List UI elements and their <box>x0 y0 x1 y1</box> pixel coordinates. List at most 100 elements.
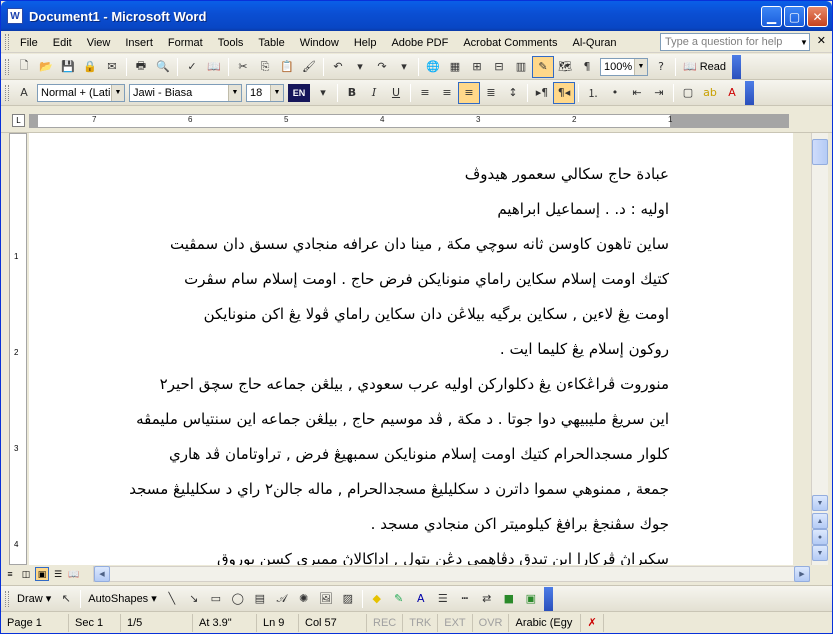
status-language[interactable]: Arabic (Egy <box>509 613 582 632</box>
menu-help[interactable]: Help <box>347 35 385 49</box>
select-objects-icon[interactable]: ↖ <box>55 588 77 610</box>
oval-icon[interactable]: ◯ <box>227 588 249 610</box>
help-icon[interactable]: ? <box>650 56 672 78</box>
text-line[interactable]: كتيك اومت إسلام سکاين راماي منونايكن فرض… <box>29 262 669 297</box>
autoshapes-menu[interactable]: AutoShapes ▾ <box>84 592 161 605</box>
minimize-button[interactable]: ▁ <box>761 6 782 27</box>
cut-icon[interactable]: ✂ <box>232 56 254 78</box>
document-map-icon[interactable]: 🗺 <box>554 56 576 78</box>
italic-icon[interactable]: I <box>363 82 385 104</box>
font-color-icon[interactable]: A <box>721 82 743 104</box>
wordart-icon[interactable]: 𝒜 <box>271 588 293 610</box>
document-close-icon[interactable]: ✕ <box>817 34 826 47</box>
underline-icon[interactable]: U <box>385 82 407 104</box>
font-size-dropdown[interactable]: 18 ▼ <box>246 83 284 102</box>
web-layout-icon[interactable]: ◫ <box>19 567 33 581</box>
line-color-icon[interactable]: ✎ <box>388 588 410 610</box>
undo-dropdown-icon[interactable]: ▾ <box>349 56 371 78</box>
rectangle-icon[interactable]: ▭ <box>205 588 227 610</box>
scroll-left-icon[interactable]: ◀ <box>94 566 110 582</box>
text-line[interactable]: ساين تاهون كاوسن ثانه سوچي مكة , مينا دا… <box>29 227 669 262</box>
justify-icon[interactable]: ≣ <box>480 82 502 104</box>
paste-icon[interactable]: 📋 <box>276 56 298 78</box>
text-line[interactable]: جوك سڤنجڠ برافڠ كيلوميتر اكن منجادي مسجد… <box>29 507 669 542</box>
menu-window[interactable]: Window <box>293 35 347 49</box>
diagram-icon[interactable]: ✺ <box>293 588 315 610</box>
bold-icon[interactable]: B <box>341 82 363 104</box>
text-line[interactable]: عبادة حاج سكالي سعمور هيدوڤ <box>29 157 669 192</box>
text-line[interactable]: روكون إسلام يڠ كليما ايت . <box>29 332 669 367</box>
paragraph[interactable]: سكيراڽ ڤركارا اين تيدق دڤاهمي دڠن بتول ,… <box>29 542 669 565</box>
horizontal-ruler[interactable]: L 7 6 5 4 3 2 1 <box>1 107 832 133</box>
redo-icon[interactable]: ↷ <box>371 56 393 78</box>
insert-excel-icon[interactable]: ⊟ <box>488 56 510 78</box>
menu-edit[interactable]: Edit <box>46 35 80 49</box>
print-icon[interactable]: 🖶 <box>130 56 152 78</box>
fill-color-icon[interactable]: ◆ <box>366 588 388 610</box>
columns-icon[interactable]: ▥ <box>510 56 532 78</box>
research-icon[interactable]: 📖 <box>203 56 225 78</box>
rtl-icon[interactable]: ¶◂ <box>553 81 575 104</box>
arrow-style-icon[interactable]: ⇄ <box>476 588 498 610</box>
draw-menu[interactable]: Draw ▾ <box>13 592 55 605</box>
toolbar-grip[interactable] <box>5 58 9 75</box>
line-icon[interactable]: ╲ <box>161 588 183 610</box>
picture-icon[interactable]: ▨ <box>337 588 359 610</box>
clip-art-icon[interactable]: 🖼 <box>315 588 337 610</box>
shadow-style-icon[interactable]: ■ <box>498 588 520 610</box>
text-line[interactable]: جمعة , ممنوهي سموا داترن د سكليليڠ مسجدا… <box>29 472 669 507</box>
email-icon[interactable]: ✉ <box>101 56 123 78</box>
text-line[interactable]: اين سريڠ مليبيهي دوا جوتا . د مكة , ڤد م… <box>29 402 669 437</box>
status-rec[interactable]: REC <box>367 613 404 632</box>
status-trk[interactable]: TRK <box>403 613 439 632</box>
text-line[interactable]: اوليه : د. . إسماعيل ابراهيم <box>29 192 669 227</box>
toolbar-options-icon[interactable] <box>543 586 553 611</box>
paragraph[interactable]: ساين تاهون كاوسن ثانه سوچي مكة , مينا دا… <box>29 227 669 367</box>
text-line[interactable]: اومت يڠ لاءين , سکاين برگيه بيلاڠن دان س… <box>29 297 669 332</box>
close-button[interactable]: ✕ <box>807 6 828 27</box>
next-page-icon[interactable]: ▼ <box>812 545 828 561</box>
paragraph[interactable]: اوليه : د. . إسماعيل ابراهيم <box>29 192 669 227</box>
arrow-icon[interactable]: ↘ <box>183 588 205 610</box>
save-icon[interactable]: 💾 <box>57 56 79 78</box>
document-page[interactable]: عبادة حاج سكالي سعمور هيدوڤ اوليه : د. . … <box>29 133 793 565</box>
undo-icon[interactable]: ↶ <box>327 56 349 78</box>
open-folder-icon[interactable]: 📂 <box>35 56 57 78</box>
status-ext[interactable]: EXT <box>438 613 473 632</box>
toolbar-options-icon[interactable] <box>732 54 741 79</box>
status-ovr[interactable]: OVR <box>473 613 510 632</box>
draw-font-color-icon[interactable]: A <box>410 588 432 610</box>
toolbar-grip[interactable] <box>5 84 9 101</box>
increase-indent-icon[interactable]: ⇥ <box>648 82 670 104</box>
scroll-down-icon[interactable]: ▼ <box>812 495 828 511</box>
ltr-icon[interactable]: ▸¶ <box>531 82 553 104</box>
vertical-ruler[interactable]: 1 2 3 4 <box>9 133 27 565</box>
menu-table[interactable]: Table <box>251 35 292 49</box>
maximize-button[interactable]: ▢ <box>784 6 805 27</box>
new-document-icon[interactable]: 🗋 <box>13 56 35 78</box>
styles-formatting-icon[interactable]: A <box>13 82 35 104</box>
menu-tools[interactable]: Tools <box>211 35 252 49</box>
menu-adobe-pdf[interactable]: Adobe PDF <box>384 35 456 49</box>
spelling-status-icon[interactable]: ✗ <box>581 613 604 632</box>
borders-icon[interactable]: ▢ <box>677 82 699 104</box>
language-button[interactable]: EN <box>288 83 310 102</box>
text-line[interactable]: منوروت ڤراڠكاءن يڠ دكلواركن اوليه عرب سع… <box>29 367 669 402</box>
align-center-icon[interactable]: ≡ <box>436 82 458 104</box>
ruler-strip[interactable]: 7 6 5 4 3 2 1 <box>29 114 789 128</box>
font-size-dropdown-icon[interactable]: ▼ <box>270 84 283 101</box>
language-dropdown-icon[interactable]: ▾ <box>312 82 334 104</box>
3d-style-icon[interactable]: ▣ <box>520 588 542 610</box>
zoom-dropdown-icon[interactable]: ▼ <box>634 58 647 75</box>
spelling-icon[interactable]: ✓ <box>181 56 203 78</box>
dash-style-icon[interactable]: ┅ <box>454 588 476 610</box>
previous-page-icon[interactable]: ▲ <box>812 513 828 529</box>
format-painter-icon[interactable]: 🖌 <box>298 56 320 78</box>
text-box-icon[interactable]: ▤ <box>249 588 271 610</box>
scroll-right-icon[interactable]: ▶ <box>794 566 810 582</box>
style-dropdown[interactable]: Normal + (Latin ▼ <box>37 83 125 102</box>
highlight-icon[interactable]: ab <box>699 82 721 104</box>
document-body[interactable]: عبادة حاج سكالي سعمور هيدوڤ اوليه : د. . … <box>29 133 669 565</box>
menu-format[interactable]: Format <box>161 35 211 49</box>
paragraph[interactable]: منوروت ڤراڠكاءن يڠ دكلواركن اوليه عرب سع… <box>29 367 669 542</box>
